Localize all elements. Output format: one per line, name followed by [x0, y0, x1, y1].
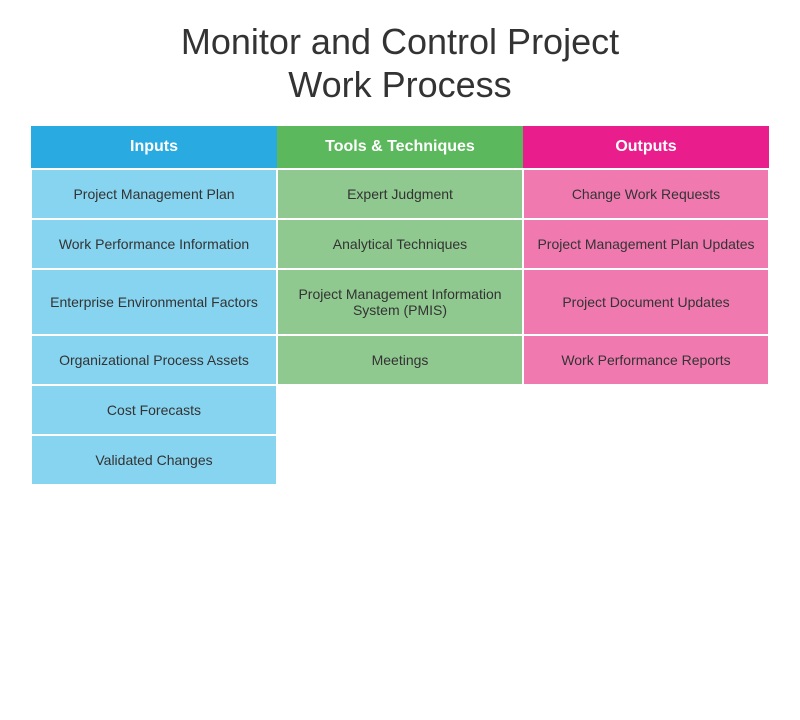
input-cell-0: Project Management Plan: [31, 169, 277, 219]
input-cell-3: Organizational Process Assets: [31, 335, 277, 385]
input-cell-1: Work Performance Information: [31, 219, 277, 269]
input-cell-2: Enterprise Environmental Factors: [31, 269, 277, 335]
tool-cell-2: Project Management Information System (P…: [277, 269, 523, 335]
tools-header: Tools & Techniques: [277, 126, 523, 169]
tool-cell-1: Analytical Techniques: [277, 219, 523, 269]
output-cell-3: Work Performance Reports: [523, 335, 769, 385]
input-cell-4: Cost Forecasts: [31, 385, 277, 435]
tool-cell-3: Meetings: [277, 335, 523, 385]
output-cell-5: [523, 435, 769, 485]
input-cell-5: Validated Changes: [31, 435, 277, 485]
tool-cell-4: [277, 385, 523, 435]
tool-cell-5: [277, 435, 523, 485]
output-cell-4: [523, 385, 769, 435]
inputs-header: Inputs: [31, 126, 277, 169]
outputs-header: Outputs: [523, 126, 769, 169]
main-table: Inputs Tools & Techniques Outputs Projec…: [30, 126, 770, 486]
output-cell-1: Project Management Plan Updates: [523, 219, 769, 269]
page-title: Monitor and Control Project Work Process: [181, 20, 619, 106]
output-cell-2: Project Document Updates: [523, 269, 769, 335]
tool-cell-0: Expert Judgment: [277, 169, 523, 219]
output-cell-0: Change Work Requests: [523, 169, 769, 219]
